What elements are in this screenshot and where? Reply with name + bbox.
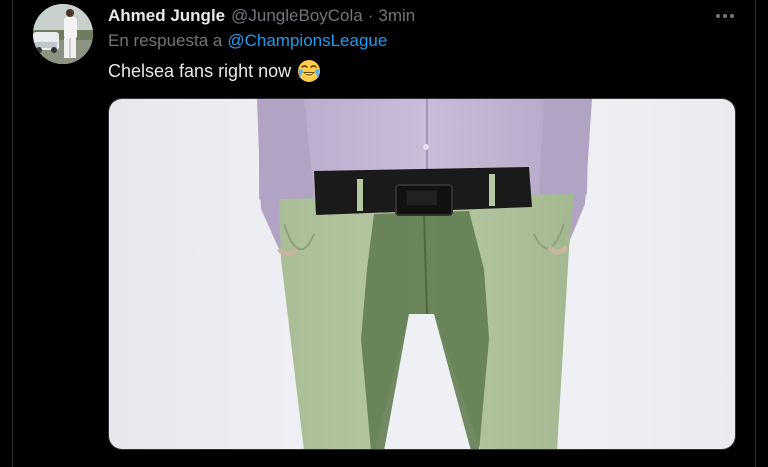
- timeline-left-border: [12, 0, 13, 467]
- reply-prefix: En respuesta a: [108, 31, 223, 50]
- media-photo-image: [109, 99, 735, 449]
- author-display-name[interactable]: Ahmed Jungle: [108, 6, 225, 26]
- more-horizontal-icon: [716, 14, 734, 18]
- reply-context: En respuesta a @ChampionsLeague: [108, 31, 387, 51]
- reply-mention-link[interactable]: @ChampionsLeague: [227, 31, 387, 50]
- tweet-body: Chelsea fans right now: [108, 59, 321, 83]
- more-options-button[interactable]: [712, 6, 738, 26]
- user-photo-avatar-icon: [33, 4, 93, 64]
- author-handle[interactable]: @JungleBoyCola: [231, 6, 363, 26]
- tweet-text: Chelsea fans right now: [108, 60, 292, 81]
- avatar[interactable]: [33, 4, 93, 64]
- tweet-media-photo[interactable]: [108, 98, 736, 450]
- header-separator: ·: [367, 6, 374, 25]
- timeline-right-border: [755, 0, 756, 467]
- tweet-card[interactable]: Ahmed Jungle @JungleBoyCola · 3min En re…: [0, 0, 768, 467]
- tweet-timestamp[interactable]: 3min: [378, 6, 415, 26]
- face-with-tears-of-joy-icon: [297, 59, 321, 83]
- tweet-header: Ahmed Jungle @JungleBoyCola · 3min: [108, 4, 415, 28]
